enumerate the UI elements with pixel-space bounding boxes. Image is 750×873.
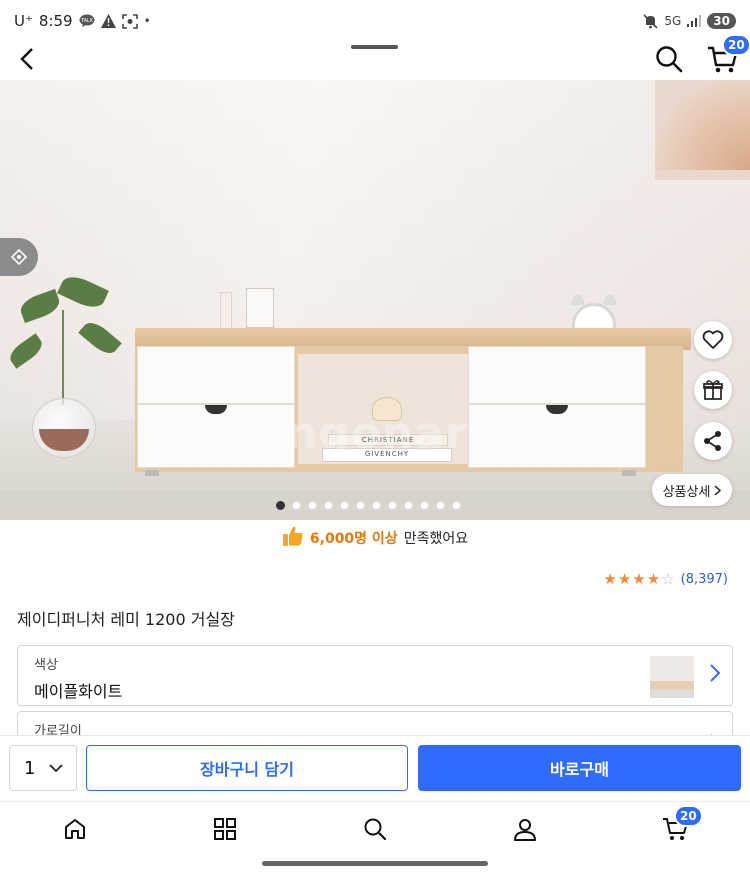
- search-icon: [656, 46, 683, 73]
- gift-icon: [703, 380, 723, 400]
- star-filled-icon: ★: [646, 570, 661, 588]
- battery-indicator: 30: [707, 13, 736, 29]
- diamond-icon: [11, 249, 27, 265]
- plant-stem: [62, 310, 64, 405]
- wishlist-button[interactable]: [694, 321, 732, 359]
- star-empty-icon: ☆: [661, 570, 675, 588]
- screenshot-icon: [121, 13, 138, 29]
- carousel-dot[interactable]: [404, 501, 413, 510]
- review-count[interactable]: (8,397): [681, 572, 728, 587]
- star-rating: ★ ★ ★ ★ ☆: [603, 572, 674, 587]
- mute-icon: [643, 13, 658, 29]
- ar-view-button[interactable]: [0, 238, 38, 276]
- decor-bottle: [246, 288, 274, 328]
- watermark: Joongonara: [206, 408, 499, 459]
- cart-button[interactable]: 20: [702, 34, 750, 78]
- satisfaction-banner: 6,000명 이상 만족했어요: [0, 524, 750, 552]
- chevron-left-icon: [20, 48, 33, 70]
- carousel-dot[interactable]: [436, 501, 445, 510]
- add-to-cart-button[interactable]: 장바구니 담기: [86, 745, 408, 791]
- carousel-dot[interactable]: [340, 501, 349, 510]
- chevron-right-icon: [714, 484, 722, 496]
- notification-dot-icon: •: [143, 14, 151, 28]
- option-color-selector[interactable]: 색상 메이플화이트: [17, 645, 733, 706]
- carousel-dot[interactable]: [324, 501, 333, 510]
- nav-cart[interactable]: 20: [658, 805, 703, 844]
- thumbs-up-icon: [282, 525, 304, 551]
- home-icon: [65, 819, 85, 839]
- carousel-dot[interactable]: [388, 501, 397, 510]
- carousel-dot[interactable]: [420, 501, 429, 510]
- star-filled-icon: ★: [617, 570, 632, 588]
- drawer: [137, 346, 295, 404]
- status-bar: U⁺ 8:59 TALK • 5G 30: [0, 0, 750, 42]
- clock-text: 8:59: [38, 12, 73, 30]
- warning-icon: [100, 14, 116, 28]
- buy-now-button[interactable]: 바로구매: [418, 745, 741, 791]
- chevron-right-icon: [710, 664, 721, 686]
- cart-count-badge: 20: [722, 34, 750, 56]
- wall-art: [655, 80, 750, 180]
- carousel-dot[interactable]: [292, 501, 301, 510]
- stand-leg: [145, 470, 159, 476]
- nav-search[interactable]: [358, 814, 392, 844]
- carousel-dot[interactable]: [356, 501, 365, 510]
- product-image-carousel[interactable]: CHRISTIANE GIVENCHY Joongonara 상품상세: [0, 80, 750, 520]
- search-icon: [364, 818, 387, 841]
- share-button[interactable]: [694, 422, 732, 460]
- option-thumbnail: [650, 656, 694, 698]
- decor-vase: [220, 292, 232, 330]
- nav-home[interactable]: [58, 814, 92, 844]
- heart-icon: [702, 330, 724, 349]
- share-icon: [704, 431, 721, 451]
- option-value: 메이플화이트: [34, 682, 123, 701]
- product-detail-label: 상품상세: [662, 484, 711, 500]
- talk-icon: TALK: [79, 14, 95, 28]
- glass-vase: [32, 398, 96, 458]
- rating-summary[interactable]: ★ ★ ★ ★ ☆ (8,397): [603, 572, 728, 588]
- option-label: 색상: [34, 658, 58, 673]
- product-detail-button[interactable]: 상품상세: [652, 474, 732, 506]
- nav-my-page[interactable]: [508, 814, 542, 844]
- search-button[interactable]: [652, 42, 686, 76]
- nav-categories[interactable]: [208, 814, 242, 844]
- chevron-down-icon: [49, 763, 64, 772]
- gesture-bar: [262, 861, 488, 866]
- gift-button[interactable]: [694, 371, 732, 409]
- svg-text:TALK: TALK: [80, 18, 94, 24]
- app-header: 20: [0, 34, 750, 80]
- quantity-selector[interactable]: 1: [9, 745, 77, 791]
- carousel-dot[interactable]: [372, 501, 381, 510]
- star-filled-icon: ★: [603, 570, 617, 588]
- network-label: 5G: [664, 14, 682, 28]
- bottom-nav: 20: [0, 801, 750, 857]
- purchase-bar: 1 장바구니 담기 바로구매: [0, 735, 750, 801]
- satisfaction-count: 6,000명 이상: [309, 531, 398, 547]
- satisfaction-suffix: 만족했어요: [403, 531, 469, 547]
- stand-leg: [622, 470, 636, 476]
- carousel-dot[interactable]: [276, 501, 285, 510]
- carrier-label: U⁺: [14, 12, 33, 30]
- star-filled-icon: ★: [632, 570, 646, 588]
- nav-cart-count-badge: 20: [674, 805, 703, 827]
- user-icon: [514, 819, 536, 841]
- back-button[interactable]: [12, 44, 42, 74]
- carousel-dot[interactable]: [452, 501, 461, 510]
- carousel-indicator: [276, 501, 461, 510]
- carousel-dot[interactable]: [308, 501, 317, 510]
- quantity-value: 1: [24, 757, 36, 779]
- drag-handle[interactable]: [351, 45, 398, 49]
- product-title: 제이디퍼니처 레미 1200 거실장: [17, 610, 235, 629]
- signal-icon: [687, 15, 702, 27]
- grid-icon: [214, 818, 236, 840]
- drawer: [468, 346, 646, 404]
